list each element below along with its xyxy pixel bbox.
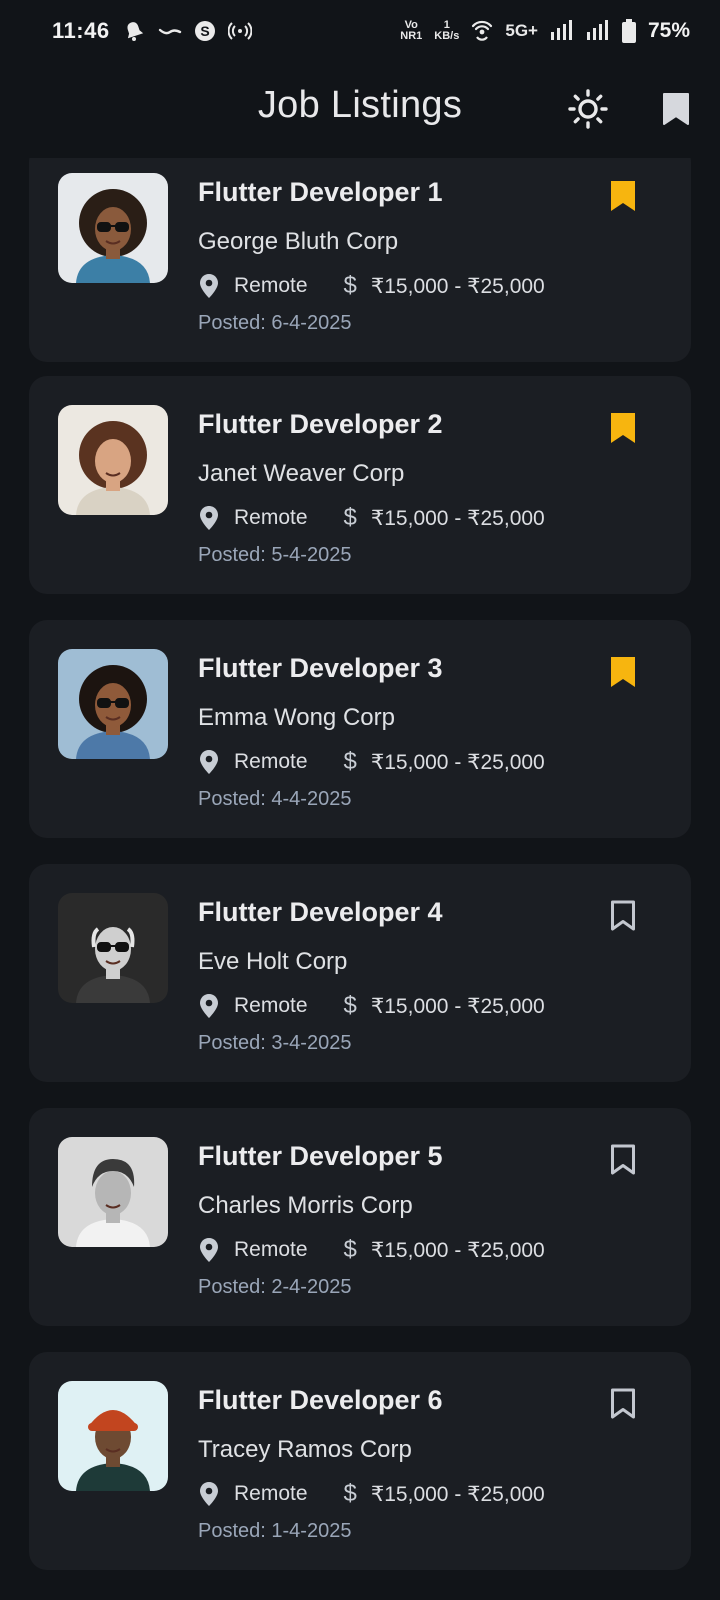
- job-title: Flutter Developer 5: [198, 1141, 443, 1171]
- hotspot-icon: [227, 19, 252, 43]
- speed-unit: KB/s: [434, 30, 460, 42]
- page-title: Job Listings: [257, 84, 463, 126]
- job-meta: Remote $ ₹15,000 - ₹25,000: [198, 1236, 545, 1264]
- job-salary: ₹15,000 - ₹25,000: [370, 1482, 545, 1506]
- company-name: Eve Holt Corp: [198, 948, 348, 975]
- job-meta: Remote $ ₹15,000 - ₹25,000: [198, 748, 545, 776]
- company-avatar: [58, 173, 168, 283]
- dollar-icon: $: [343, 504, 357, 531]
- bookmark-icon: [663, 93, 689, 125]
- job-card-3[interactable]: Flutter Developer 3 Emma Wong Corp Remot…: [29, 620, 691, 838]
- job-title: Flutter Developer 2: [198, 409, 443, 439]
- location-pin-icon: [200, 1238, 218, 1262]
- job-meta: Remote $ ₹15,000 - ₹25,000: [198, 1480, 545, 1508]
- job-location: Remote: [234, 750, 308, 773]
- volte-indicator: Vo NR1: [400, 20, 422, 42]
- bookmark-filled-icon: [611, 181, 635, 211]
- job-location: Remote: [234, 274, 308, 297]
- dollar-icon: $: [343, 272, 357, 299]
- bookmark-outline-icon: [611, 900, 635, 931]
- theme-toggle-button[interactable]: [566, 87, 610, 131]
- status-right: Vo NR1 1 KB/s 5G+ 75%: [400, 19, 690, 43]
- speed-indicator: 1 KB/s: [434, 20, 459, 42]
- bookmark-filled-icon: [611, 413, 635, 443]
- bookmark-filled-icon: [611, 657, 635, 687]
- job-salary: ₹15,000 - ₹25,000: [370, 274, 545, 298]
- posted-date: Posted: 5-4-2025: [198, 544, 352, 566]
- job-salary: ₹15,000 - ₹25,000: [370, 994, 545, 1018]
- job-location: Remote: [234, 994, 308, 1017]
- location-pin-icon: [200, 274, 218, 298]
- job-salary: ₹15,000 - ₹25,000: [370, 1238, 545, 1262]
- company-name: Emma Wong Corp: [198, 704, 395, 731]
- bookmark-button[interactable]: [601, 1138, 645, 1182]
- bookmark-button[interactable]: [601, 894, 645, 938]
- job-location: Remote: [234, 1482, 308, 1505]
- battery-level: 75%: [647, 19, 690, 42]
- job-title: Flutter Developer 6: [198, 1385, 443, 1415]
- job-card-6[interactable]: Flutter Developer 6 Tracey Ramos Corp Re…: [29, 1352, 691, 1570]
- job-title: Flutter Developer 3: [198, 653, 443, 683]
- company-avatar: [58, 893, 168, 1003]
- dollar-icon: $: [343, 1236, 357, 1263]
- job-card-4[interactable]: Flutter Developer 4 Eve Holt Corp Remote…: [29, 864, 691, 1082]
- company-name: Janet Weaver Corp: [198, 460, 405, 487]
- posted-date: Posted: 6-4-2025: [198, 312, 352, 334]
- location-pin-icon: [200, 994, 218, 1018]
- status-time: 11:46: [52, 18, 110, 43]
- job-location: Remote: [234, 506, 308, 529]
- screen: 11:46 S Vo NR1 1 KB/s 5G+ 75% Job Listin…: [0, 0, 720, 1600]
- dollar-icon: $: [343, 1480, 357, 1507]
- posted-date: Posted: 4-4-2025: [198, 788, 352, 810]
- battery-icon: [621, 19, 636, 43]
- location-pin-icon: [200, 1482, 218, 1506]
- s-circle-icon: S: [194, 20, 216, 42]
- bookmark-button[interactable]: [601, 406, 645, 450]
- job-card-5[interactable]: Flutter Developer 5 Charles Morris Corp …: [29, 1108, 691, 1326]
- job-meta: Remote $ ₹15,000 - ₹25,000: [198, 504, 545, 532]
- signal-icon: [550, 20, 574, 42]
- job-title: Flutter Developer 1: [198, 177, 443, 207]
- volte-bottom: NR1: [400, 30, 423, 42]
- bookmark-outline-icon: [611, 1144, 635, 1175]
- bookmark-button[interactable]: [601, 650, 645, 694]
- bookmark-button[interactable]: [601, 174, 645, 218]
- status-left: 11:46 S: [52, 18, 252, 44]
- location-pin-icon: [200, 506, 218, 530]
- job-salary: ₹15,000 - ₹25,000: [370, 506, 545, 530]
- job-card-2[interactable]: Flutter Developer 2 Janet Weaver Corp Re…: [29, 376, 691, 594]
- job-list[interactable]: Flutter Developer 1 George Bluth Corp Re…: [0, 158, 720, 1600]
- tilde-icon: [158, 19, 182, 43]
- location-pin-icon: [200, 750, 218, 774]
- network-type: 5G+: [505, 21, 538, 40]
- status-bar: 11:46 S Vo NR1 1 KB/s 5G+ 75%: [0, 0, 720, 62]
- svg-text:S: S: [200, 23, 209, 39]
- job-salary: ₹15,000 - ₹25,000: [370, 750, 545, 774]
- company-name: Charles Morris Corp: [198, 1192, 413, 1219]
- job-meta: Remote $ ₹15,000 - ₹25,000: [198, 992, 545, 1020]
- app-bar: Job Listings: [0, 62, 720, 158]
- posted-date: Posted: 2-4-2025: [198, 1276, 352, 1298]
- bookmark-button[interactable]: [601, 1382, 645, 1426]
- company-avatar: [58, 649, 168, 759]
- dollar-icon: $: [343, 992, 357, 1019]
- posted-date: Posted: 3-4-2025: [198, 1032, 352, 1054]
- job-meta: Remote $ ₹15,000 - ₹25,000: [198, 272, 545, 300]
- company-name: Tracey Ramos Corp: [198, 1436, 412, 1463]
- job-location: Remote: [234, 1238, 308, 1261]
- company-avatar: [58, 1137, 168, 1247]
- wifi-icon: [471, 20, 493, 42]
- job-title: Flutter Developer 4: [198, 897, 443, 927]
- dollar-icon: $: [343, 748, 357, 775]
- signal-icon-2: [586, 20, 610, 42]
- saved-jobs-button[interactable]: [660, 89, 692, 129]
- bell-icon: [122, 19, 146, 43]
- posted-date: Posted: 1-4-2025: [198, 1520, 352, 1542]
- company-avatar: [58, 405, 168, 515]
- company-name: George Bluth Corp: [198, 228, 399, 255]
- sun-icon: [568, 89, 608, 129]
- bookmark-outline-icon: [611, 1388, 635, 1419]
- company-avatar: [58, 1381, 168, 1491]
- job-card-1[interactable]: Flutter Developer 1 George Bluth Corp Re…: [29, 158, 691, 362]
